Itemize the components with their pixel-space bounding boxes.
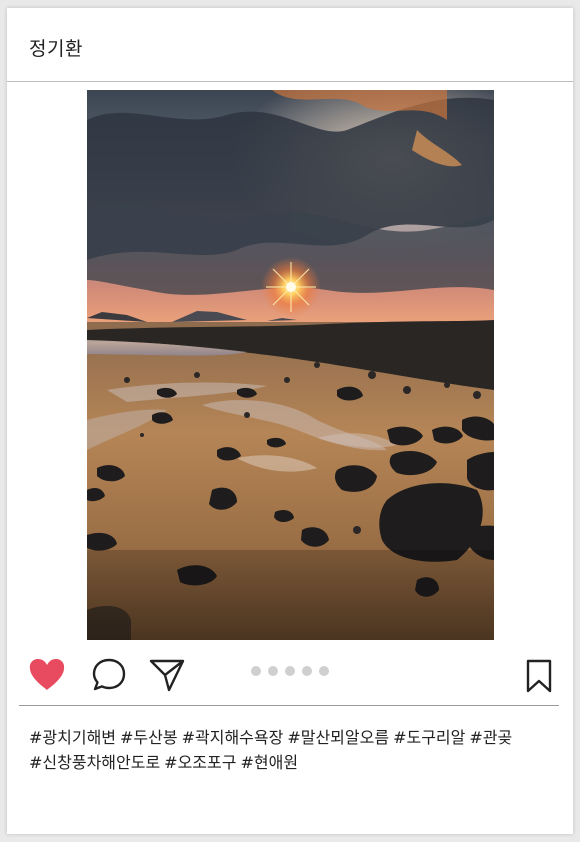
carousel-dot[interactable] (268, 666, 278, 676)
paper-plane-icon[interactable] (148, 657, 186, 693)
action-bar (7, 654, 573, 698)
carousel-dot[interactable] (285, 666, 295, 676)
hashtag-link[interactable]: #관곶 (469, 725, 512, 750)
post-card: 정기환 #광치기해변 #두산봉 #곽지해수욕장 #말산뫼알오름 #도구리알 #관… (7, 8, 573, 834)
hashtag-link[interactable]: #신창풍차해안도로 (29, 750, 160, 775)
hashtag-link[interactable]: #도구리알 (393, 725, 465, 750)
hashtag-link[interactable]: #현애원 (240, 750, 298, 775)
hashtag-link[interactable]: #곽지해수욕장 (182, 725, 284, 750)
heart-icon[interactable] (28, 658, 66, 692)
post-header: 정기환 (7, 8, 573, 82)
speech-bubble-icon[interactable] (91, 657, 127, 693)
carousel-dot[interactable] (302, 666, 312, 676)
hashtag-link[interactable]: #말산뫼알오름 (287, 725, 389, 750)
carousel-dot[interactable] (251, 666, 261, 676)
caption: #광치기해변 #두산봉 #곽지해수욕장 #말산뫼알오름 #도구리알 #관곶 #신창풍차해안도… (29, 725, 559, 775)
post-photo[interactable] (87, 90, 494, 640)
hashtag-link[interactable]: #오조포구 (164, 750, 236, 775)
carousel-dot[interactable] (319, 666, 329, 676)
hashtag-link[interactable]: #두산봉 (120, 725, 178, 750)
bookmark-icon[interactable] (525, 659, 553, 693)
username[interactable]: 정기환 (29, 34, 83, 61)
hashtag-link[interactable]: #광치기해변 (29, 725, 116, 750)
divider (19, 705, 559, 706)
